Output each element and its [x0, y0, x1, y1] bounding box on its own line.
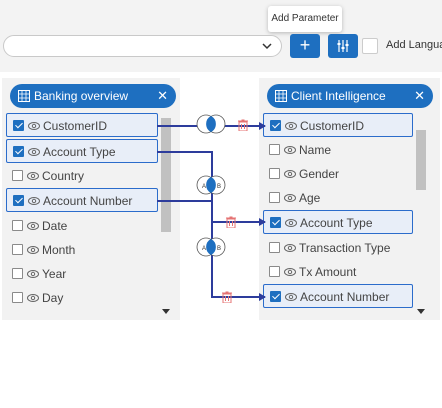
join-label-b: B: [217, 246, 221, 252]
join-label-a: A: [202, 246, 206, 252]
join-label-b: B: [217, 184, 221, 190]
join-venn-icon[interactable]: A B: [196, 175, 226, 195]
delete-link-icon[interactable]: [226, 216, 236, 228]
join-label-a: A: [202, 184, 206, 190]
join-venn-icon[interactable]: A B: [196, 237, 226, 257]
join-venn-icon[interactable]: [196, 114, 226, 134]
delete-link-icon[interactable]: [238, 119, 248, 131]
join-links: A B A B: [157, 114, 266, 301]
delete-link-icon[interactable]: [222, 291, 232, 303]
